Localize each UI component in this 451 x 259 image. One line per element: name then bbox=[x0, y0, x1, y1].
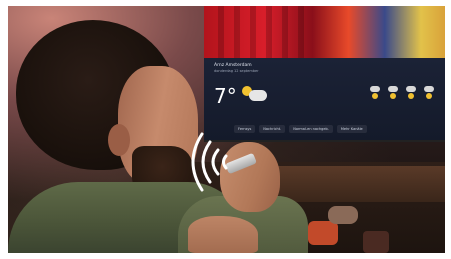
tv-hero-image bbox=[204, 6, 445, 58]
forecast-item bbox=[404, 86, 418, 110]
pillow bbox=[308, 221, 338, 245]
glass bbox=[363, 231, 389, 253]
person-left-hand bbox=[188, 216, 258, 253]
forecast-item bbox=[368, 86, 382, 110]
person-ear bbox=[108, 124, 130, 156]
tv-temperature: 7° bbox=[214, 84, 237, 108]
weather-cloud-icon bbox=[249, 90, 267, 101]
television: Arnz Amsterdam donderdag 12 september 7°… bbox=[204, 6, 445, 142]
tv-menu-item: Normal-en nachgeb. bbox=[289, 125, 333, 133]
sound-waves-icon bbox=[191, 132, 228, 192]
photo-scene: Arnz Amsterdam donderdag 12 september 7°… bbox=[8, 6, 445, 253]
decor-item bbox=[328, 206, 358, 224]
forecast-item bbox=[422, 86, 436, 110]
tv-location: Arnz Amsterdam bbox=[214, 63, 252, 68]
tv-menu-bar: Fernsys Nachricht. Normal-en nachgeb. Me… bbox=[204, 124, 445, 134]
tv-menu-item: Nachricht. bbox=[259, 125, 286, 133]
tv-date: donderdag 12 september bbox=[214, 69, 259, 73]
cabinet-shelf bbox=[268, 166, 445, 202]
forecast-item bbox=[386, 86, 400, 110]
tv-menu-item: Fernsys bbox=[234, 125, 256, 133]
tv-menu-item: Mehr Kanäle bbox=[336, 125, 367, 133]
